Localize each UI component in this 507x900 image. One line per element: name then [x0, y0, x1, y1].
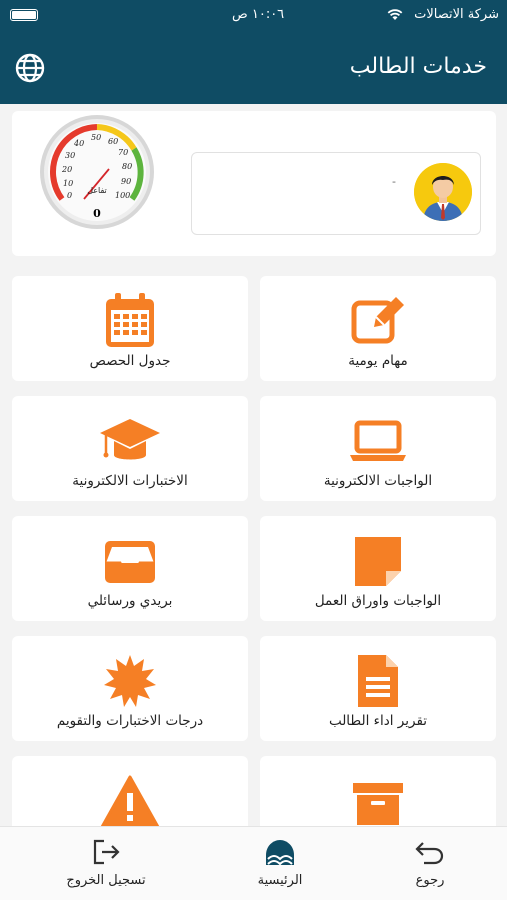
logout-icon: [93, 839, 120, 865]
calendar-icon: [106, 293, 154, 347]
nav-home[interactable]: الرئيسية: [232, 827, 328, 900]
battery-icon: [10, 9, 38, 21]
student-info-box: -: [191, 152, 481, 235]
clock: ١٠:٠٦ ص: [232, 7, 285, 22]
engagement-gauge: 0 10 20 30 40 50 60 70 80 90 100 تفاعل 0: [40, 115, 154, 229]
home-icon: [266, 840, 294, 866]
student-name: -: [392, 175, 396, 188]
tile-e-exams[interactable]: الاختبارات الالكترونية: [12, 396, 248, 501]
gauge-tick-label: 80: [122, 162, 132, 171]
tile-label: الواجبات الالكترونية: [323, 473, 433, 489]
nav-back-label: رجوع: [415, 873, 445, 888]
gauge-tick-label: 90: [121, 177, 131, 186]
nav-logout-label: تسجيل الخروج: [66, 873, 146, 888]
nav-logout[interactable]: تسجيل الخروج: [46, 827, 166, 900]
tile-daily-tasks[interactable]: مهام يومية: [260, 276, 496, 381]
gauge-tick-label: 60: [108, 137, 118, 146]
tile-class-schedule[interactable]: جدول الحصص: [12, 276, 248, 381]
gauge-label: تفاعل: [87, 186, 107, 195]
gauge-tick-label: 30: [65, 151, 75, 160]
gauge-value: 0: [93, 207, 101, 220]
profile-card: 0 10 20 30 40 50 60 70 80 90 100 تفاعل 0…: [12, 111, 496, 256]
laptop-icon: [350, 420, 406, 461]
bottom-nav: رجوع الرئيسية تسجيل الخروج: [0, 826, 507, 900]
status-bar: شركة الاتصالات ١٠:٠٦ ص: [0, 0, 507, 30]
avatar: [414, 163, 472, 221]
tile-e-homework[interactable]: الواجبات الالكترونية: [260, 396, 496, 501]
app-header: خدمات الطالب: [0, 30, 507, 104]
graduation-cap-icon: [100, 419, 160, 460]
gauge-tick-label: 70: [118, 148, 128, 157]
tile-label: تقرير اداء الطالب: [328, 713, 428, 729]
gauge-tick-label: 50: [91, 133, 101, 142]
warning-icon: [100, 775, 160, 829]
carrier-name: شركة الاتصالات: [414, 7, 499, 22]
gauge-tick-label: 10: [63, 179, 73, 188]
gauge-tick-label: 0: [67, 191, 72, 200]
tile-label: مهام يومية: [348, 353, 408, 369]
tile-label: الاختبارات الالكترونية: [72, 473, 188, 489]
archive-icon: [353, 783, 403, 825]
tile-mail[interactable]: بريدي ورسائلي: [12, 516, 248, 621]
gauge-tick-label: 20: [61, 165, 72, 174]
edit-icon: [351, 297, 404, 344]
document-icon: [358, 655, 398, 707]
tile-worksheets[interactable]: الواجبات واوراق العمل: [260, 516, 496, 621]
back-arrow-icon: [415, 842, 444, 865]
gauge-tick-label: 40: [73, 139, 84, 148]
gauge-tick-label: 100: [115, 191, 130, 200]
wifi-icon: [387, 9, 403, 20]
tile-performance-report[interactable]: تقرير اداء الطالب: [260, 636, 496, 741]
sticky-note-icon: [355, 537, 401, 586]
tile-label: درجات الاختبارات والتقويم: [56, 713, 204, 729]
page-title: خدمات الطالب: [349, 54, 487, 79]
tile-label: جدول الحصص: [89, 353, 171, 369]
inbox-icon: [105, 541, 155, 583]
tile-grades[interactable]: درجات الاختبارات والتقويم: [12, 636, 248, 741]
tile-label: الواجبات واوراق العمل: [314, 593, 442, 609]
nav-back[interactable]: رجوع: [382, 827, 478, 900]
tile-label: بريدي ورسائلي: [87, 593, 173, 609]
badge-icon: [104, 655, 156, 707]
nav-home-label: الرئيسية: [257, 873, 303, 888]
globe-icon[interactable]: [14, 52, 46, 84]
